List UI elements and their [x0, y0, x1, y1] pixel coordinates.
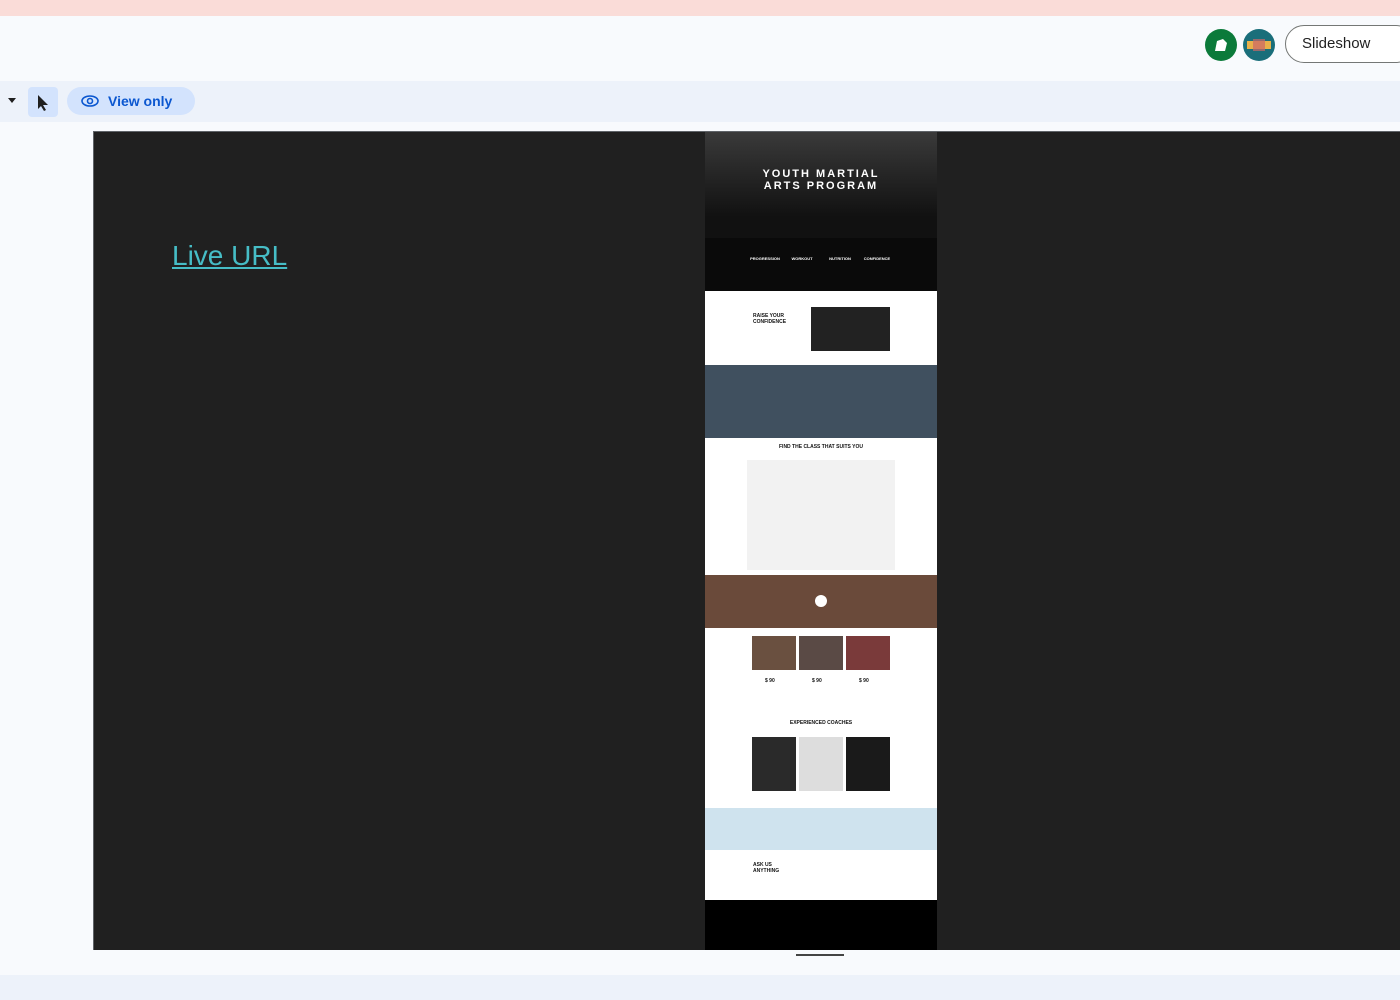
preview-hero: YOUTH MARTIAL ARTS PROGRAM — [705, 132, 937, 238]
avatar-1-icon — [1215, 39, 1227, 51]
avatar[interactable] — [1205, 29, 1237, 61]
play-icon — [815, 595, 827, 607]
raise-photo — [811, 307, 890, 351]
select-tool-button[interactable] — [28, 87, 58, 117]
hero-title-line1: YOUTH MARTIAL — [762, 168, 880, 180]
coach-photo — [752, 737, 796, 791]
coaches-heading: EXPERIENCED COACHES — [789, 720, 853, 726]
cursor-arrow-icon — [38, 95, 48, 111]
preview-ask-section: ASK US ANYTHING — [705, 850, 937, 900]
schedule-heading: FIND THE CLASS THAT SUITS YOU — [779, 444, 863, 450]
hero-title-line2: ARTS PROGRAM — [763, 180, 879, 192]
price-value: $ 90 — [859, 678, 869, 684]
avatar[interactable] — [1243, 29, 1275, 61]
price-photo — [846, 636, 890, 670]
website-preview-image: YOUTH MARTIAL ARTS PROGRAM PROGRESSION W… — [705, 132, 937, 950]
preview-schedule: FIND THE CLASS THAT SUITS YOU — [705, 438, 937, 575]
price-photo — [799, 636, 843, 670]
slideshow-button[interactable]: Slideshow — [1285, 25, 1400, 63]
schedule-table — [747, 460, 895, 570]
live-url-link[interactable]: Live URL — [172, 240, 287, 272]
top-banner — [0, 0, 1400, 16]
price-value: $ 90 — [812, 678, 822, 684]
preview-map — [705, 808, 937, 850]
scroll-indicator — [796, 954, 844, 956]
coach-photo — [799, 737, 843, 791]
avatar-2-icon — [1247, 39, 1271, 51]
price-photo — [752, 636, 796, 670]
preview-stats: PROGRESSION WORKOUT NUTRITION CONFIDENCE — [705, 238, 937, 291]
dropdown-caret-icon[interactable] — [8, 98, 16, 103]
ask-heading: ASK US ANYTHING — [753, 862, 780, 874]
preview-video — [705, 575, 937, 628]
raise-heading: RAISE YOUR CONFIDENCE — [753, 313, 787, 325]
view-only-label: View only — [108, 93, 173, 109]
price-value: $ 90 — [765, 678, 775, 684]
eye-icon — [81, 95, 99, 107]
stat-label: CONFIDENCE — [863, 256, 891, 261]
view-only-chip[interactable]: View only — [67, 87, 195, 115]
bottom-bar — [0, 975, 1400, 1000]
coach-photo — [846, 737, 890, 791]
app-header — [0, 16, 1400, 81]
preview-raise-section: RAISE YOUR CONFIDENCE — [705, 291, 937, 365]
preview-footer — [705, 900, 937, 950]
preview-photo-strip — [705, 365, 937, 438]
preview-pricing: $ 90 $ 90 $ 90 EXPERIENCED COACHES — [705, 628, 937, 808]
toolbar — [0, 81, 1400, 122]
